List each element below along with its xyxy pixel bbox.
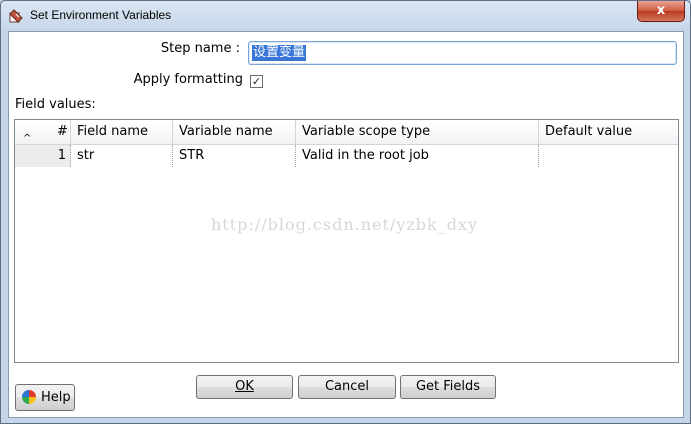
checkmark-icon: ✓ — [251, 75, 262, 88]
step-name-label: Step name : — [160, 41, 240, 56]
scope-type-cell[interactable]: Valid in the root job — [296, 145, 539, 167]
field-values-table[interactable]: ^ # Field name Variable name Variable sc… — [14, 119, 679, 363]
cancel-button[interactable]: Cancel — [298, 375, 396, 399]
close-icon: x — [656, 3, 666, 18]
dialog-body: Step name : 设置变量 Apply formatting ✓ Fiel… — [8, 31, 684, 418]
close-button[interactable]: x — [637, 1, 685, 22]
dialog-window: Set Environment Variables x Step name : … — [0, 0, 691, 424]
column-header-scope-type[interactable]: Variable scope type — [296, 120, 539, 144]
default-value-cell[interactable] — [539, 145, 678, 167]
table-header: ^ # Field name Variable name Variable sc… — [15, 120, 678, 145]
get-fields-button-label: Get Fields — [415, 379, 481, 394]
column-header-field-name[interactable]: Field name — [71, 120, 173, 144]
step-name-value[interactable]: 设置变量 — [252, 45, 307, 61]
variable-name-cell[interactable]: STR — [173, 145, 296, 167]
column-header-default-value[interactable]: Default value — [539, 120, 678, 144]
row-number-cell: 1 — [15, 145, 71, 167]
field-name-cell[interactable]: str — [71, 145, 173, 167]
watermark-text: http://blog.csdn.net/yzbk_dxy — [211, 215, 479, 234]
apply-formatting-checkbox[interactable]: ✓ — [250, 75, 263, 88]
ok-button-label: OK — [235, 379, 254, 394]
column-header-number[interactable]: # — [51, 120, 71, 144]
help-icon — [22, 390, 36, 404]
window-title: Set Environment Variables — [30, 8, 172, 22]
step-name-input[interactable]: 设置变量 — [248, 41, 677, 65]
get-fields-button[interactable]: Get Fields — [400, 375, 496, 399]
ok-button[interactable]: OK — [196, 375, 293, 399]
field-values-label: Field values: — [15, 97, 96, 112]
table-row[interactable]: 1 str STR Valid in the root job — [15, 145, 678, 167]
help-button-label: Help — [41, 390, 71, 405]
cancel-button-label: Cancel — [324, 379, 370, 394]
column-header-variable-name[interactable]: Variable name — [173, 120, 296, 144]
help-button[interactable]: Help — [15, 384, 75, 411]
transformation-step-icon — [9, 9, 23, 23]
apply-formatting-label: Apply formatting — [133, 72, 243, 87]
title-bar[interactable]: Set Environment Variables x — [1, 1, 690, 31]
